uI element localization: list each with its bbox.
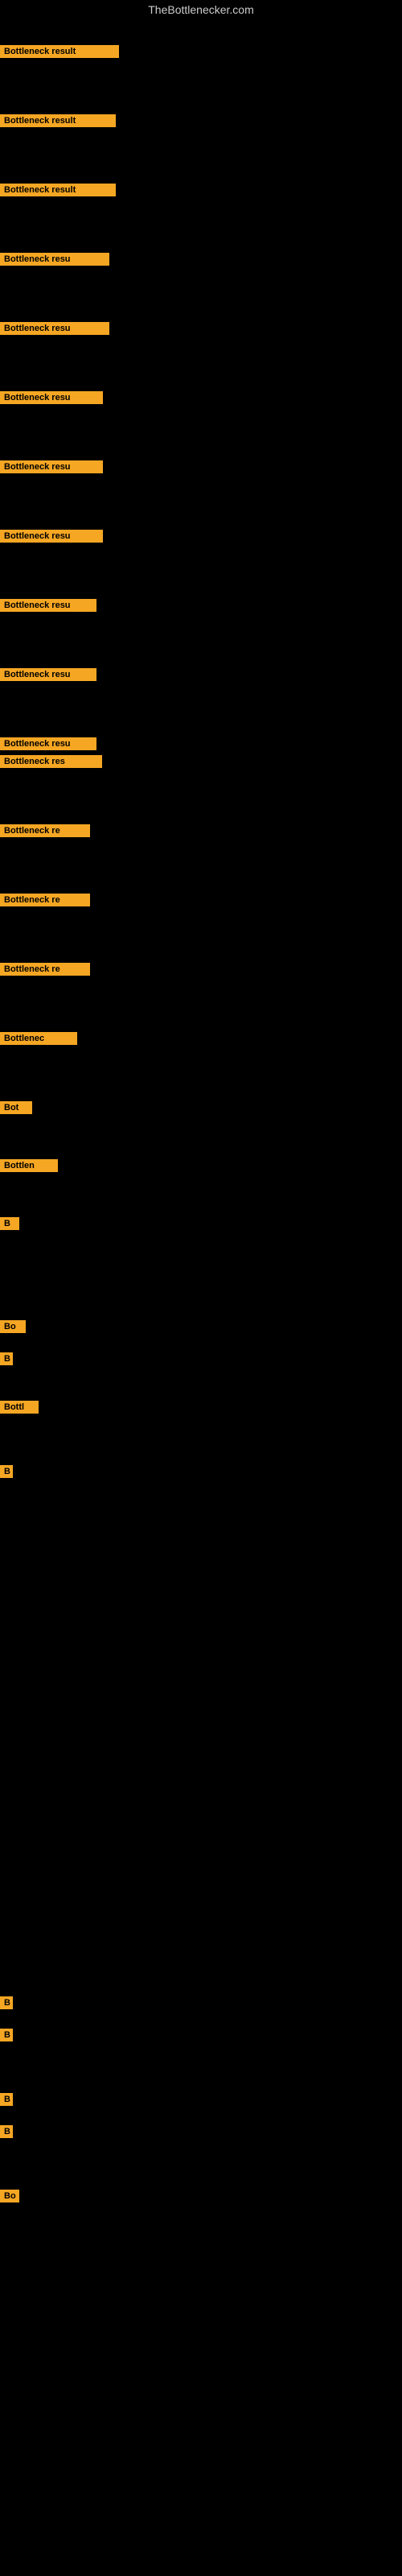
bottleneck-badge-label-8: Bottleneck resu — [0, 530, 103, 543]
bottleneck-badge-22[interactable]: Bottl — [0, 1401, 39, 1418]
bottleneck-badge-15[interactable]: Bottleneck re — [0, 963, 90, 980]
bottleneck-badge-14[interactable]: Bottleneck re — [0, 894, 90, 910]
bottleneck-badge-label-19: B — [0, 1217, 19, 1230]
bottleneck-badge-label-24: B — [0, 1996, 13, 2009]
bottleneck-badge-label-1: Bottleneck result — [0, 45, 119, 58]
bottleneck-badge-12[interactable]: Bottleneck res — [0, 755, 102, 772]
bottleneck-badge-label-6: Bottleneck resu — [0, 391, 103, 404]
bottleneck-badge-label-23: B — [0, 1465, 13, 1478]
bottleneck-badge-20[interactable]: Bo — [0, 1320, 26, 1337]
bottleneck-badge-label-26: B — [0, 2093, 13, 2106]
bottleneck-badge-label-5: Bottleneck resu — [0, 322, 109, 335]
bottleneck-badge-label-15: Bottleneck re — [0, 963, 90, 976]
bottleneck-badge-21[interactable]: B — [0, 1352, 13, 1369]
bottleneck-badge-18[interactable]: Bottlen — [0, 1159, 58, 1176]
bottleneck-badge-label-17: Bot — [0, 1101, 32, 1114]
bottleneck-badge-label-2: Bottleneck result — [0, 114, 116, 127]
bottleneck-badge-label-14: Bottleneck re — [0, 894, 90, 906]
bottleneck-badge-label-20: Bo — [0, 1320, 26, 1333]
bottleneck-badge-label-27: B — [0, 2125, 13, 2138]
bottleneck-badge-3[interactable]: Bottleneck result — [0, 184, 116, 200]
bottleneck-badge-28[interactable]: Bo — [0, 2190, 19, 2207]
bottleneck-badge-label-21: B — [0, 1352, 13, 1365]
bottleneck-badge-6[interactable]: Bottleneck resu — [0, 391, 103, 408]
bottleneck-badge-2[interactable]: Bottleneck result — [0, 114, 116, 131]
bottleneck-badge-9[interactable]: Bottleneck resu — [0, 599, 96, 616]
bottleneck-badge-19[interactable]: B — [0, 1217, 19, 1234]
bottleneck-badge-label-18: Bottlen — [0, 1159, 58, 1172]
site-title: TheBottlenecker.com — [0, 0, 402, 19]
bottleneck-badge-8[interactable]: Bottleneck resu — [0, 530, 103, 547]
bottleneck-badge-4[interactable]: Bottleneck resu — [0, 253, 109, 270]
bottleneck-badge-label-9: Bottleneck resu — [0, 599, 96, 612]
bottleneck-badge-17[interactable]: Bot — [0, 1101, 32, 1118]
bottleneck-badge-10[interactable]: Bottleneck resu — [0, 668, 96, 685]
bottleneck-badge-27[interactable]: B — [0, 2125, 13, 2142]
bottleneck-badge-label-22: Bottl — [0, 1401, 39, 1414]
bottleneck-badge-5[interactable]: Bottleneck resu — [0, 322, 109, 339]
bottleneck-badge-label-16: Bottlenec — [0, 1032, 77, 1045]
bottleneck-badge-13[interactable]: Bottleneck re — [0, 824, 90, 841]
bottleneck-badge-1[interactable]: Bottleneck result — [0, 45, 119, 62]
bottleneck-badge-label-11: Bottleneck resu — [0, 737, 96, 750]
bottleneck-badge-label-28: Bo — [0, 2190, 19, 2202]
bottleneck-badge-24[interactable]: B — [0, 1996, 13, 2013]
bottleneck-badge-label-7: Bottleneck resu — [0, 460, 103, 473]
bottleneck-badge-label-3: Bottleneck result — [0, 184, 116, 196]
bottleneck-badge-label-13: Bottleneck re — [0, 824, 90, 837]
bottleneck-badge-label-12: Bottleneck res — [0, 755, 102, 768]
bottleneck-badge-16[interactable]: Bottlenec — [0, 1032, 77, 1049]
bottleneck-badge-23[interactable]: B — [0, 1465, 13, 1482]
bottleneck-badge-label-25: B — [0, 2029, 13, 2041]
bottleneck-badge-label-4: Bottleneck resu — [0, 253, 109, 266]
bottleneck-badge-26[interactable]: B — [0, 2093, 13, 2110]
bottleneck-badge-11[interactable]: Bottleneck resu — [0, 737, 96, 754]
bottleneck-badge-label-10: Bottleneck resu — [0, 668, 96, 681]
bottleneck-badge-25[interactable]: B — [0, 2029, 13, 2046]
bottleneck-badge-7[interactable]: Bottleneck resu — [0, 460, 103, 477]
